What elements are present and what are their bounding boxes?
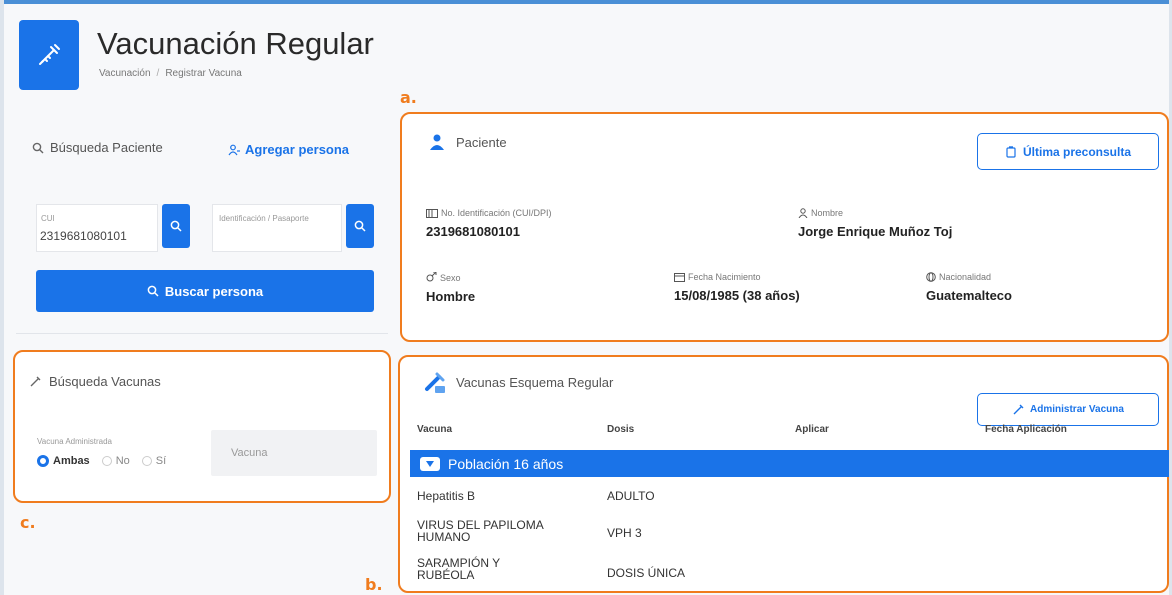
patient-header: Paciente xyxy=(430,134,507,150)
sex-label-text: Sexo xyxy=(440,272,461,283)
id-passport-field[interactable]: Identificación / Pasaporte xyxy=(212,204,342,252)
radio-si[interactable]: Sí xyxy=(141,455,167,467)
page-title: Vacunación Regular xyxy=(97,26,374,61)
radio-ambas-label: Ambas xyxy=(53,455,90,467)
name-label: Nombre xyxy=(798,208,952,218)
breadcrumb-item-vacunacion[interactable]: Vacunación xyxy=(99,68,151,79)
syringe-icon xyxy=(1013,404,1024,414)
search-icon xyxy=(147,285,159,297)
person-icon xyxy=(798,208,808,218)
vaccine-search-header: Búsqueda Vacunas xyxy=(29,374,161,389)
birth-value: 15/08/1985 (38 años) xyxy=(674,288,800,303)
clipboard-icon xyxy=(1006,145,1016,158)
radio-no-label: No xyxy=(115,455,130,467)
id-value: 2319681080101 xyxy=(426,224,520,239)
cui-field-value: 2319681080101 xyxy=(40,229,127,243)
add-user-icon xyxy=(228,144,240,155)
nationality-label-text: Nacionalidad xyxy=(939,272,992,282)
column-header-aplicar: Aplicar xyxy=(795,424,829,435)
radio-selected-indicator xyxy=(37,455,49,467)
nationality-field: Nacionalidad Guatemalteco xyxy=(926,272,1012,303)
name-field: Nombre Jorge Enrique Muñoz Toj xyxy=(798,208,952,239)
administered-label: Vacuna Administrada xyxy=(37,437,113,446)
window-left-border xyxy=(0,0,4,595)
vaccines-header: Vacunas Esquema Regular xyxy=(424,370,613,394)
column-header-vacuna: Vacuna xyxy=(417,424,453,435)
patient-title: Paciente xyxy=(456,134,507,150)
annotation-label-a: a. xyxy=(400,88,417,107)
syringe-app-icon xyxy=(19,20,79,90)
row-2-dose: VPH 3 xyxy=(607,526,642,540)
nationality-value: Guatemalteco xyxy=(926,288,1012,303)
radio-indicator xyxy=(101,456,112,466)
vaccine-search-title: Búsqueda Vacunas xyxy=(49,374,161,389)
id-label: No. Identificación (CUI/DPI) xyxy=(426,208,552,218)
syringe-icon xyxy=(39,44,60,65)
row-1-dose: ADULTO xyxy=(607,489,655,503)
breadcrumb: Vacunación / Registrar Vacuna xyxy=(99,68,242,79)
birth-field: Fecha Nacimiento 15/08/1985 (38 años) xyxy=(674,272,800,303)
birth-label-text: Fecha Nacimiento xyxy=(688,272,761,282)
patient-panel: Paciente Última preconsulta No. Identifi… xyxy=(400,112,1169,342)
globe-icon xyxy=(926,272,936,282)
sex-value: Hombre xyxy=(426,289,476,304)
window-top-border xyxy=(0,0,1172,4)
row-3-dose: DOSIS ÚNICA xyxy=(607,566,686,580)
radio-indicator xyxy=(141,456,152,466)
id-search-button[interactable] xyxy=(346,204,374,248)
search-icon xyxy=(170,220,182,232)
cui-search-button[interactable] xyxy=(162,204,190,248)
sex-field: Sexo Hombre xyxy=(426,272,475,304)
annotation-label-b: b. xyxy=(365,575,383,594)
administer-vaccine-label: Administrar Vacuna xyxy=(1030,404,1124,415)
cui-field[interactable]: CUI 2319681080101 xyxy=(36,204,158,252)
last-preconsult-label: Última preconsulta xyxy=(1022,144,1132,159)
section-divider xyxy=(16,333,388,334)
collapse-toggle[interactable] xyxy=(420,456,440,471)
group-row[interactable]: Población 16 años xyxy=(410,450,1169,477)
sex-label: Sexo xyxy=(426,272,475,283)
row-1-vaccine: Hepatitis B xyxy=(417,489,476,503)
patient-search-header: Búsqueda Paciente xyxy=(32,140,163,155)
name-label-text: Nombre xyxy=(811,208,844,218)
vaccine-search-panel: Búsqueda Vacunas Vacuna Administrada Amb… xyxy=(13,350,391,503)
administer-vaccine-button[interactable]: Administrar Vacuna xyxy=(977,393,1159,426)
breadcrumb-item-registrar: Registrar Vacuna xyxy=(165,68,242,79)
nationality-label: Nacionalidad xyxy=(926,272,1012,282)
search-icon xyxy=(354,220,366,232)
birth-label: Fecha Nacimiento xyxy=(674,272,800,282)
syringe-icon xyxy=(30,376,41,386)
id-label-text: No. Identificación (CUI/DPI) xyxy=(441,208,552,218)
vaccine-icon xyxy=(425,372,445,393)
last-preconsult-button[interactable]: Última preconsulta xyxy=(977,133,1159,170)
row-2-vaccine: VIRUS DEL PAPILOMA HUMANO xyxy=(417,518,544,544)
id-passport-field-label: Identificación / Pasaporte xyxy=(219,214,309,223)
name-value: Jorge Enrique Muñoz Toj xyxy=(798,224,953,239)
radio-no[interactable]: No xyxy=(101,455,130,467)
administered-radio-group: Ambas No Sí xyxy=(37,455,166,467)
patient-search-title: Búsqueda Paciente xyxy=(50,140,163,155)
vaccine-input[interactable]: Vacuna xyxy=(211,430,377,476)
column-header-fecha: Fecha Aplicación xyxy=(985,424,1067,435)
patient-search-panel: Búsqueda Paciente Agregar persona CUI 23… xyxy=(16,128,388,328)
add-person-link[interactable]: Agregar persona xyxy=(228,142,349,157)
caret-down-icon xyxy=(426,460,434,467)
id-card-icon xyxy=(426,208,438,218)
search-person-button[interactable]: Buscar persona xyxy=(36,270,374,312)
column-header-dosis: Dosis xyxy=(607,424,635,435)
gender-icon xyxy=(426,272,437,282)
add-person-label: Agregar persona xyxy=(245,142,350,157)
group-label: Población 16 años xyxy=(448,455,564,472)
cui-field-label: CUI xyxy=(41,214,55,223)
annotation-label-c: c. xyxy=(20,513,36,532)
search-icon xyxy=(32,142,44,153)
radio-si-label: Sí xyxy=(155,455,167,467)
vaccines-title: Vacunas Esquema Regular xyxy=(456,374,614,390)
search-person-label: Buscar persona xyxy=(164,283,264,299)
calendar-icon xyxy=(674,273,685,282)
id-field: No. Identificación (CUI/DPI) 23196810801… xyxy=(426,208,552,239)
user-icon xyxy=(430,134,444,150)
row-3-vaccine: SARAMPIÓN Y RUBÉOLA xyxy=(417,556,500,582)
radio-ambas[interactable]: Ambas xyxy=(37,455,90,467)
